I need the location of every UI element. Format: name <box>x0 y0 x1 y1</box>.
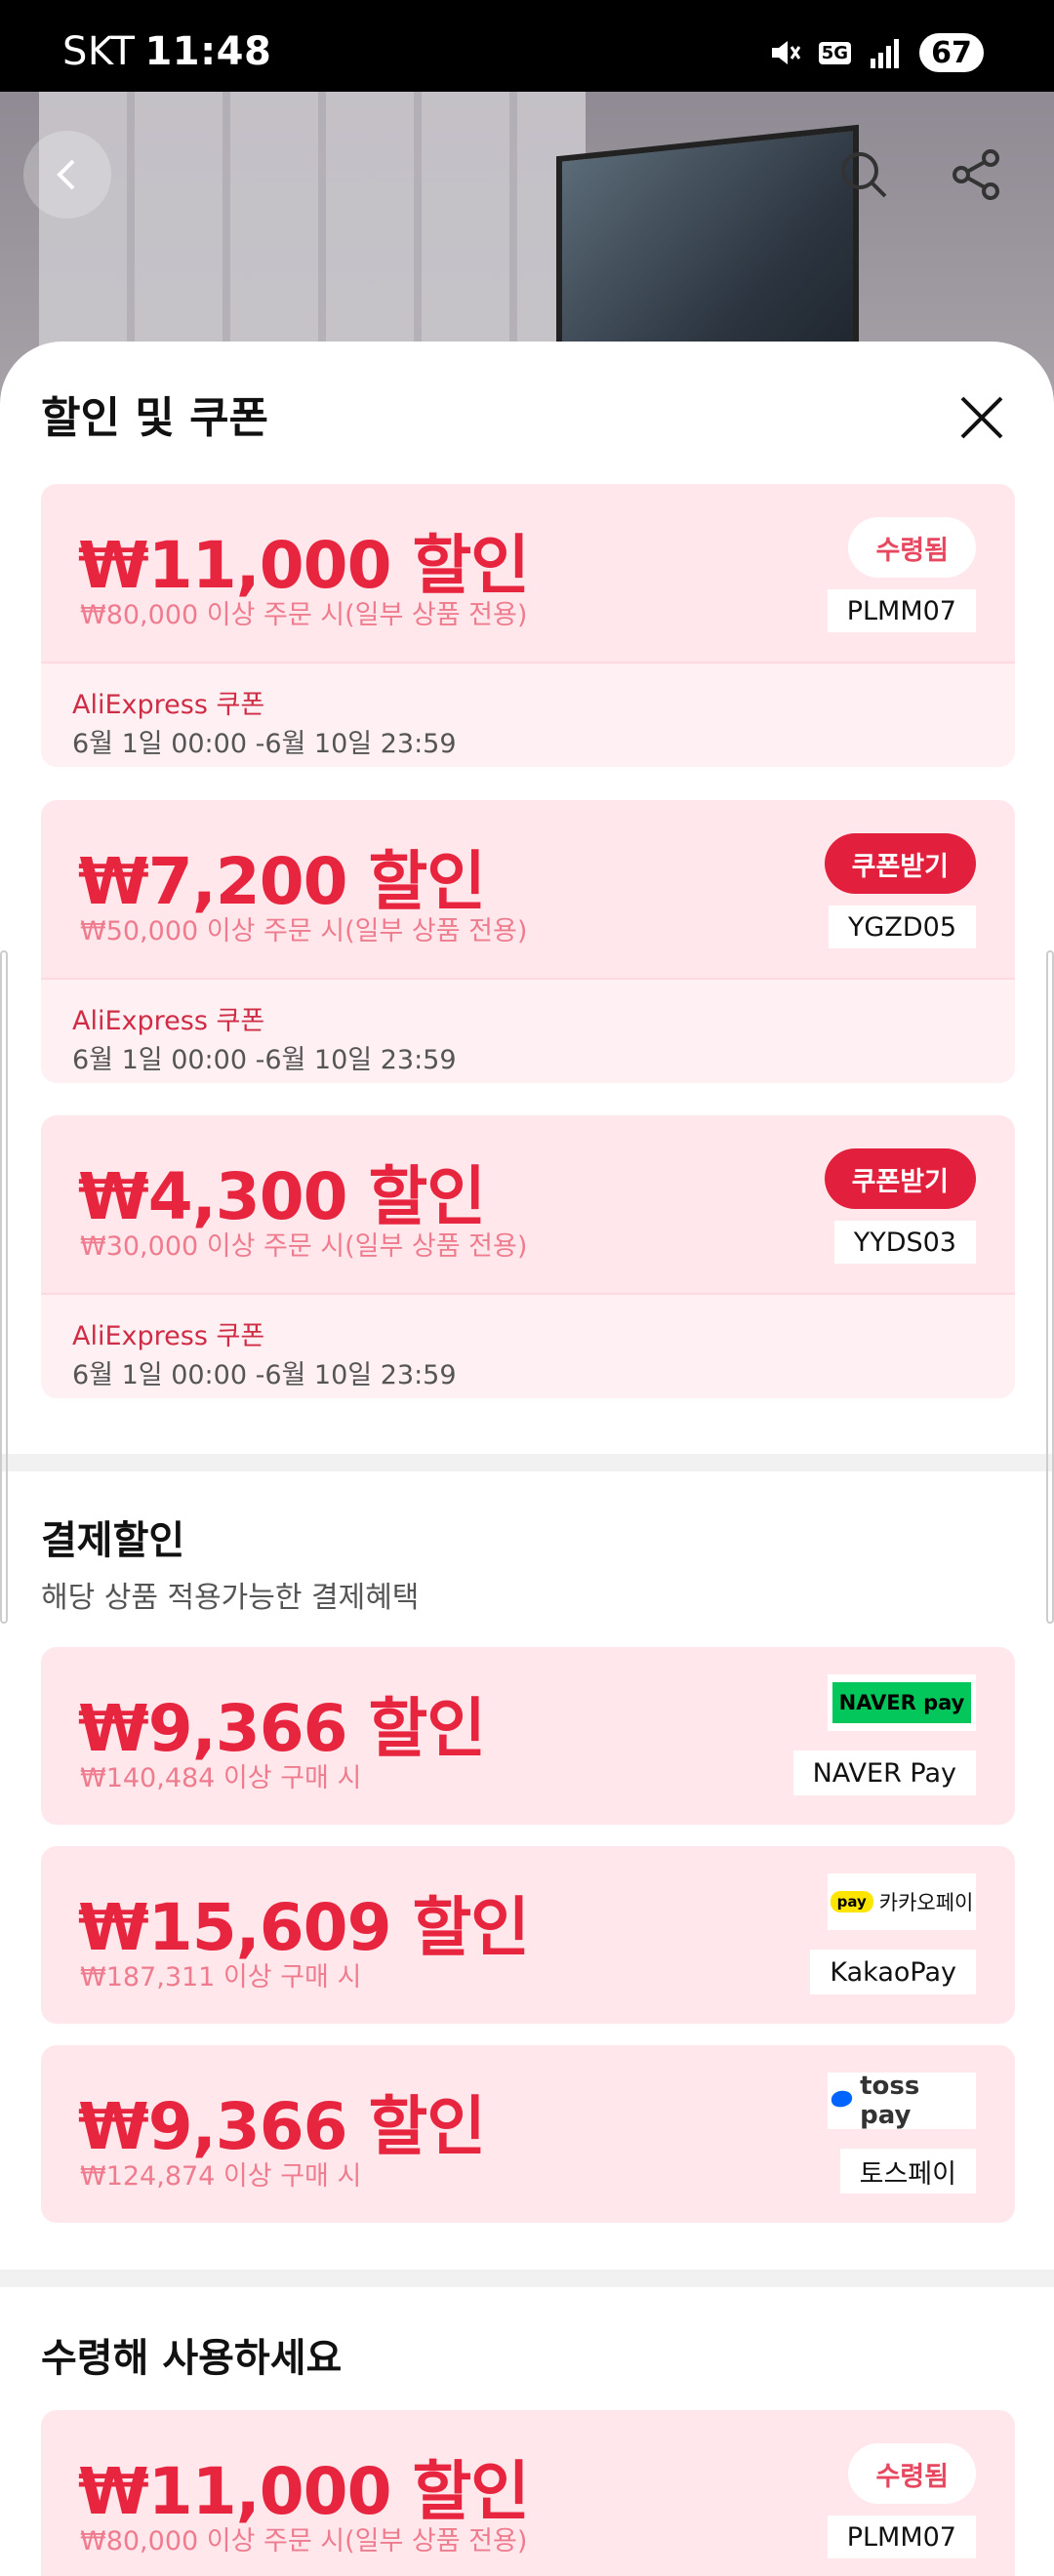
payment-name: KakaoPay <box>810 1950 976 1994</box>
coupon-card: ₩11,000 할인 ₩80,000 이상 주문 시(일부 상품 전용) 수령됨… <box>41 2410 1015 2576</box>
coupon-footer: AliExpress 쿠폰 6월 1일 00:00 -6월 10일 23:59 <box>41 662 1015 767</box>
search-button[interactable] <box>820 131 908 219</box>
coupon-dates: 6월 1일 00:00 -6월 10일 23:59 <box>72 729 457 759</box>
chevron-left-icon <box>57 159 75 190</box>
coupon-condition: ₩80,000 이상 주문 시(일부 상품 전용) <box>80 600 528 630</box>
signal-icon <box>871 39 899 68</box>
coupon-card: ₩4,300 할인 ₩30,000 이상 주문 시(일부 상품 전용) 쿠폰받기… <box>41 1115 1015 1398</box>
payment-card: ₩9,366 할인 ₩124,874 이상 구매 시 toss pay 토스페이 <box>41 2045 1015 2223</box>
coupon-card: ₩7,200 할인 ₩50,000 이상 주문 시(일부 상품 전용) 쿠폰받기… <box>41 800 1015 1083</box>
get-coupon-button[interactable]: 쿠폰받기 <box>824 1148 976 1209</box>
coupon-source: AliExpress 쿠폰 <box>72 690 265 720</box>
coupon-code: PLMM07 <box>827 2516 976 2558</box>
coupon-card: ₩11,000 할인 ₩80,000 이상 주문 시(일부 상품 전용) 수령됨… <box>41 484 1015 767</box>
coupon-code: YGZD05 <box>828 906 976 948</box>
coupon-code: YYDS03 <box>833 1221 976 1264</box>
coupon-received-badge: 수령됨 <box>848 517 976 578</box>
coupon-main: ₩11,000 할인 ₩80,000 이상 주문 시(일부 상품 전용) 수령됨… <box>41 2410 1015 2576</box>
naver-pay-logo-text: NAVER pay <box>832 1682 971 1723</box>
share-button[interactable] <box>932 131 1020 219</box>
close-button[interactable] <box>954 390 1009 445</box>
section-divider <box>0 2270 1054 2287</box>
coupon-sheet: 할인 및 쿠폰 ₩11,000 할인 ₩80,000 이상 주문 시(일부 상품… <box>0 342 1054 2576</box>
toss-pay-logo: toss pay <box>828 2072 976 2130</box>
coupon-received-badge: 수령됨 <box>848 2443 976 2504</box>
payment-card: ₩15,609 할인 ₩187,311 이상 구매 시 pay 카카오페이 Ka… <box>41 1846 1015 2024</box>
coupon-dates: 6월 1일 00:00 -6월 10일 23:59 <box>72 1045 457 1075</box>
scroll-edge-left <box>0 950 8 1624</box>
payment-name: 토스페이 <box>839 2149 976 2194</box>
status-bar: SKT 11:48 5G 67 <box>0 0 1054 92</box>
payment-card: ₩9,366 할인 ₩140,484 이상 구매 시 NAVER pay NAV… <box>41 1647 1015 1825</box>
payment-section-title: 결제할인 <box>41 1518 185 1563</box>
scroll-edge-right <box>1046 950 1054 1624</box>
kakao-pay-logo-text: 카카오페이 <box>878 1891 974 1914</box>
naver-pay-logo: NAVER pay <box>828 1674 976 1731</box>
coupon-source: AliExpress 쿠폰 <box>72 1321 265 1351</box>
payment-condition: ₩187,311 이상 구매 시 <box>80 1962 362 1992</box>
sheet-title: 할인 및 쿠폰 <box>41 393 269 443</box>
coupon-main: ₩7,200 할인 ₩50,000 이상 주문 시(일부 상품 전용) 쿠폰받기… <box>41 800 1015 978</box>
carrier-name: SKT <box>62 29 136 74</box>
status-carrier: SKT 11:48 <box>62 29 271 74</box>
coupon-condition: ₩50,000 이상 주문 시(일부 상품 전용) <box>80 916 528 946</box>
get-coupon-button[interactable]: 쿠폰받기 <box>824 833 976 894</box>
receive-section-title: 수령해 사용하세요 <box>41 2336 343 2381</box>
coupon-main: ₩11,000 할인 ₩80,000 이상 주문 시(일부 상품 전용) 수령됨… <box>41 484 1015 662</box>
network-badge: 5G <box>818 41 851 64</box>
search-icon <box>841 152 887 198</box>
kakao-pay-badge: pay <box>830 1891 873 1912</box>
coupon-condition: ₩80,000 이상 주문 시(일부 상품 전용) <box>80 2526 528 2556</box>
status-time: 11:48 <box>144 29 272 74</box>
mute-icon <box>771 41 800 64</box>
payment-condition: ₩124,874 이상 구매 시 <box>80 2161 362 2192</box>
coupon-condition: ₩30,000 이상 주문 시(일부 상품 전용) <box>80 1231 528 1262</box>
status-icons: 5G 67 <box>768 33 984 72</box>
toss-pay-logo-text: toss pay <box>860 2072 920 2130</box>
payment-condition: ₩140,484 이상 구매 시 <box>80 1763 362 1793</box>
coupon-code: PLMM07 <box>827 589 976 632</box>
toss-icon <box>831 2090 853 2108</box>
back-button[interactable] <box>23 131 111 219</box>
payment-name: NAVER Pay <box>792 1751 976 1795</box>
payment-section-subtitle: 해당 상품 적용가능한 결제혜택 <box>41 1581 420 1615</box>
coupon-source: AliExpress 쿠폰 <box>72 1006 265 1036</box>
section-divider <box>0 1454 1054 1471</box>
close-icon <box>960 396 1003 439</box>
coupon-dates: 6월 1일 00:00 -6월 10일 23:59 <box>72 1360 457 1390</box>
coupon-main: ₩4,300 할인 ₩30,000 이상 주문 시(일부 상품 전용) 쿠폰받기… <box>41 1115 1015 1293</box>
share-icon <box>953 149 999 200</box>
battery-icon: 67 <box>919 33 984 72</box>
coupon-footer: AliExpress 쿠폰 6월 1일 00:00 -6월 10일 23:59 <box>41 1293 1015 1398</box>
coupon-footer: AliExpress 쿠폰 6월 1일 00:00 -6월 10일 23:59 <box>41 978 1015 1083</box>
kakao-pay-logo: pay 카카오페이 <box>828 1873 976 1930</box>
